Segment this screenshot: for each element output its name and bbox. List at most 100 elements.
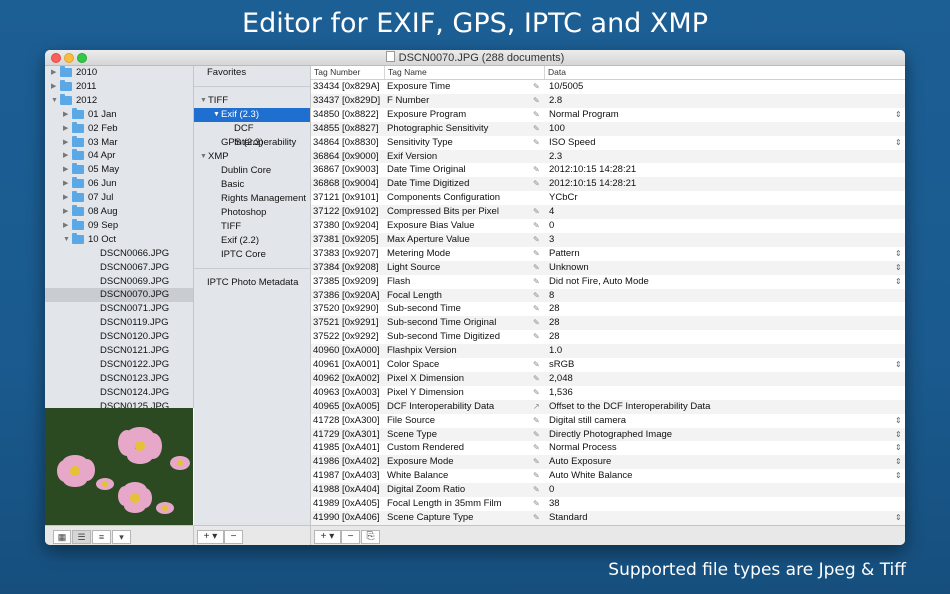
edit-pencil-icon[interactable]: ✎ — [533, 219, 543, 233]
edit-pencil-icon[interactable]: ✎ — [533, 122, 543, 136]
disclosure-triangle-icon[interactable]: ▼ — [213, 108, 220, 122]
table-row[interactable]: 33434 [0x829A] Exposure Time ✎ 10/5005 — [311, 80, 905, 94]
edit-pencil-icon[interactable]: ✎ — [533, 136, 543, 150]
tag-data-cell[interactable]: 10/5005 — [549, 80, 889, 94]
table-row[interactable]: 37521 [0x9291] Sub-second Time Original ✎ 2… — [311, 316, 905, 331]
file-item[interactable]: DSCN0125.JPG — [45, 400, 193, 408]
table-row[interactable]: 34850 [0x8822] Exposure Program ✎ Normal Pr… — [311, 108, 905, 122]
tag-data-cell[interactable]: 8 — [549, 289, 889, 303]
edit-pencil-icon[interactable]: ✎ — [533, 386, 543, 400]
edit-pencil-icon[interactable]: ✎ — [533, 289, 543, 303]
popup-stepper-icon[interactable]: ⇕ — [895, 414, 903, 428]
edit-pencil-icon[interactable]: ✎ — [533, 94, 543, 108]
table-row[interactable]: 37380 [0x9204] Exposure Bias Value ✎ 0 — [311, 219, 905, 233]
tag-data-cell[interactable]: 0 — [549, 219, 889, 233]
tag-data-cell[interactable]: 28 — [549, 302, 889, 316]
group-item[interactable]: Dublin Core — [194, 164, 310, 178]
folder-item[interactable]: ▶ 02 Feb — [45, 121, 193, 136]
file-item[interactable]: DSCN0120.JPG — [45, 330, 193, 344]
folder-item[interactable]: ▶ 09 Sep — [45, 218, 193, 233]
table-row[interactable]: 36868 [0x9004] Date Time Digitized ✎ 2012:1… — [311, 177, 905, 192]
edit-pencil-icon[interactable]: ✎ — [533, 428, 543, 442]
list-view-button[interactable]: ≡ — [92, 530, 111, 544]
edit-pencil-icon[interactable]: ✎ — [533, 302, 543, 316]
group-item[interactable]: Basic — [194, 178, 310, 192]
group-item[interactable]: Rights Management — [194, 192, 310, 206]
folder-item[interactable]: ▶ 03 Mar — [45, 135, 193, 150]
table-row[interactable]: 34855 [0x8827] Photographic Sensitivity ✎ 1… — [311, 121, 905, 136]
table-row[interactable]: 37384 [0x9208] Light Source ✎ Unknown ⇕ — [311, 260, 905, 275]
group-item[interactable]: Exif (2.2) — [194, 234, 310, 248]
folder-item[interactable]: ▶ 04 Apr — [45, 149, 193, 163]
tag-data-cell[interactable]: Digital still camera — [549, 414, 889, 428]
edit-pencil-icon[interactable]: ✎ — [533, 205, 543, 219]
table-row[interactable]: 40963 [0xA003] Pixel Y Dimension ✎ 1,536 — [311, 386, 905, 400]
file-item[interactable]: DSCN0121.JPG — [45, 344, 193, 358]
group-item[interactable]: Photoshop — [194, 206, 310, 220]
folder-item[interactable]: ▶ 07 Jul — [45, 191, 193, 205]
folder-item[interactable]: ▶ 2011 — [45, 79, 193, 94]
edit-pencil-icon[interactable]: ✎ — [533, 177, 543, 191]
popup-stepper-icon[interactable]: ⇕ — [895, 358, 903, 372]
folder-item[interactable]: ▶ 01 Jan — [45, 107, 193, 122]
file-item[interactable]: DSCN0067.JPG — [45, 261, 193, 275]
add-tag-button[interactable]: + ▾ — [314, 530, 341, 544]
link-arrow-icon[interactable]: ↗ — [533, 400, 543, 414]
folder-item[interactable]: ▶ 2010 — [45, 66, 193, 80]
popup-stepper-icon[interactable]: ⇕ — [895, 469, 903, 483]
folder-item[interactable]: ▶ 05 May — [45, 163, 193, 177]
file-item[interactable]: DSCN0122.JPG — [45, 358, 193, 372]
edit-pencil-icon[interactable]: ✎ — [533, 455, 543, 469]
edit-pencil-icon[interactable]: ✎ — [533, 469, 543, 483]
edit-pencil-icon[interactable]: ✎ — [533, 163, 543, 177]
group-item[interactable]: GPS (2.3) — [194, 136, 310, 150]
col-data[interactable]: Data — [545, 66, 905, 79]
popup-stepper-icon[interactable]: ⇕ — [895, 455, 903, 469]
tag-data-cell[interactable]: ISO Speed — [549, 136, 889, 150]
table-row[interactable]: 41985 [0xA401] Custom Rendered ✎ Normal Pro… — [311, 441, 905, 455]
tag-data-cell[interactable]: 3 — [549, 233, 889, 247]
tag-data-cell[interactable]: 0 — [549, 483, 889, 497]
popup-stepper-icon[interactable]: ⇕ — [895, 261, 903, 275]
disclosure-triangle-icon[interactable]: ▶ — [63, 163, 68, 177]
edit-pencil-icon[interactable]: ✎ — [533, 414, 543, 428]
tag-data-cell[interactable]: Normal Program — [549, 108, 889, 122]
table-row[interactable]: 41729 [0xA301] Scene Type ✎ Directly Photog… — [311, 427, 905, 442]
group-item[interactable]: ▼ TIFF — [194, 94, 310, 108]
table-row[interactable]: 41987 [0xA403] White Balance ✎ Auto White B… — [311, 469, 905, 483]
tag-data-cell[interactable]: 28 — [549, 330, 889, 344]
edit-pencil-icon[interactable]: ✎ — [533, 233, 543, 247]
col-tag-number[interactable]: Tag Number — [311, 66, 385, 79]
group-item[interactable]: Favorites — [194, 66, 310, 80]
disclosure-triangle-icon[interactable]: ▶ — [63, 177, 68, 191]
tag-data-cell[interactable]: Offset to the DCF Interoperability Data — [549, 400, 889, 414]
table-row[interactable]: 40960 [0xA000] Flashpix Version 1.0 — [311, 344, 905, 358]
tag-data-cell[interactable]: sRGB — [549, 358, 889, 372]
group-item[interactable]: IPTC Photo Metadata — [194, 276, 310, 290]
folder-item[interactable]: ▼ 2012 — [45, 93, 193, 108]
remove-tag-button[interactable]: − — [341, 530, 360, 544]
icon-grid-view-button[interactable]: ▦ — [53, 530, 71, 544]
disclosure-triangle-icon[interactable]: ▶ — [63, 219, 68, 233]
table-row[interactable]: 37122 [0x9102] Compressed Bits per Pixel ✎… — [311, 205, 905, 219]
add-group-button[interactable]: + ▾ — [197, 530, 224, 544]
table-row[interactable]: 36864 [0x9000] Exif Version 2.3 — [311, 149, 905, 164]
table-row[interactable]: 37383 [0x9207] Metering Mode ✎ Pattern ⇕ — [311, 247, 905, 261]
disclosure-triangle-icon[interactable]: ▼ — [200, 150, 207, 164]
view-options-dropdown[interactable]: ▾ — [112, 530, 131, 544]
file-item[interactable]: DSCN0069.JPG — [45, 275, 193, 289]
title-bar[interactable]: DSCN0070.JPG (288 documents) — [45, 50, 905, 66]
tag-data-cell[interactable]: 38 — [549, 497, 889, 511]
disclosure-triangle-icon[interactable]: ▶ — [63, 149, 68, 163]
tag-data-cell[interactable]: Standard — [549, 511, 889, 525]
disclosure-triangle-icon[interactable]: ▶ — [63, 136, 68, 150]
tag-data-cell[interactable]: 100 — [549, 122, 889, 136]
table-row[interactable]: 37522 [0x9292] Sub-second Time Digitized ✎… — [311, 330, 905, 344]
popup-stepper-icon[interactable]: ⇕ — [895, 511, 903, 525]
table-row[interactable]: 37385 [0x9209] Flash ✎ Did not Fire, Auto M… — [311, 275, 905, 289]
group-item[interactable]: ▼ Exif (2.3) — [194, 108, 310, 122]
tag-data-cell[interactable]: 4 — [549, 205, 889, 219]
edit-pencil-icon[interactable]: ✎ — [533, 316, 543, 330]
edit-pencil-icon[interactable]: ✎ — [533, 261, 543, 275]
disclosure-triangle-icon[interactable]: ▶ — [51, 80, 56, 94]
